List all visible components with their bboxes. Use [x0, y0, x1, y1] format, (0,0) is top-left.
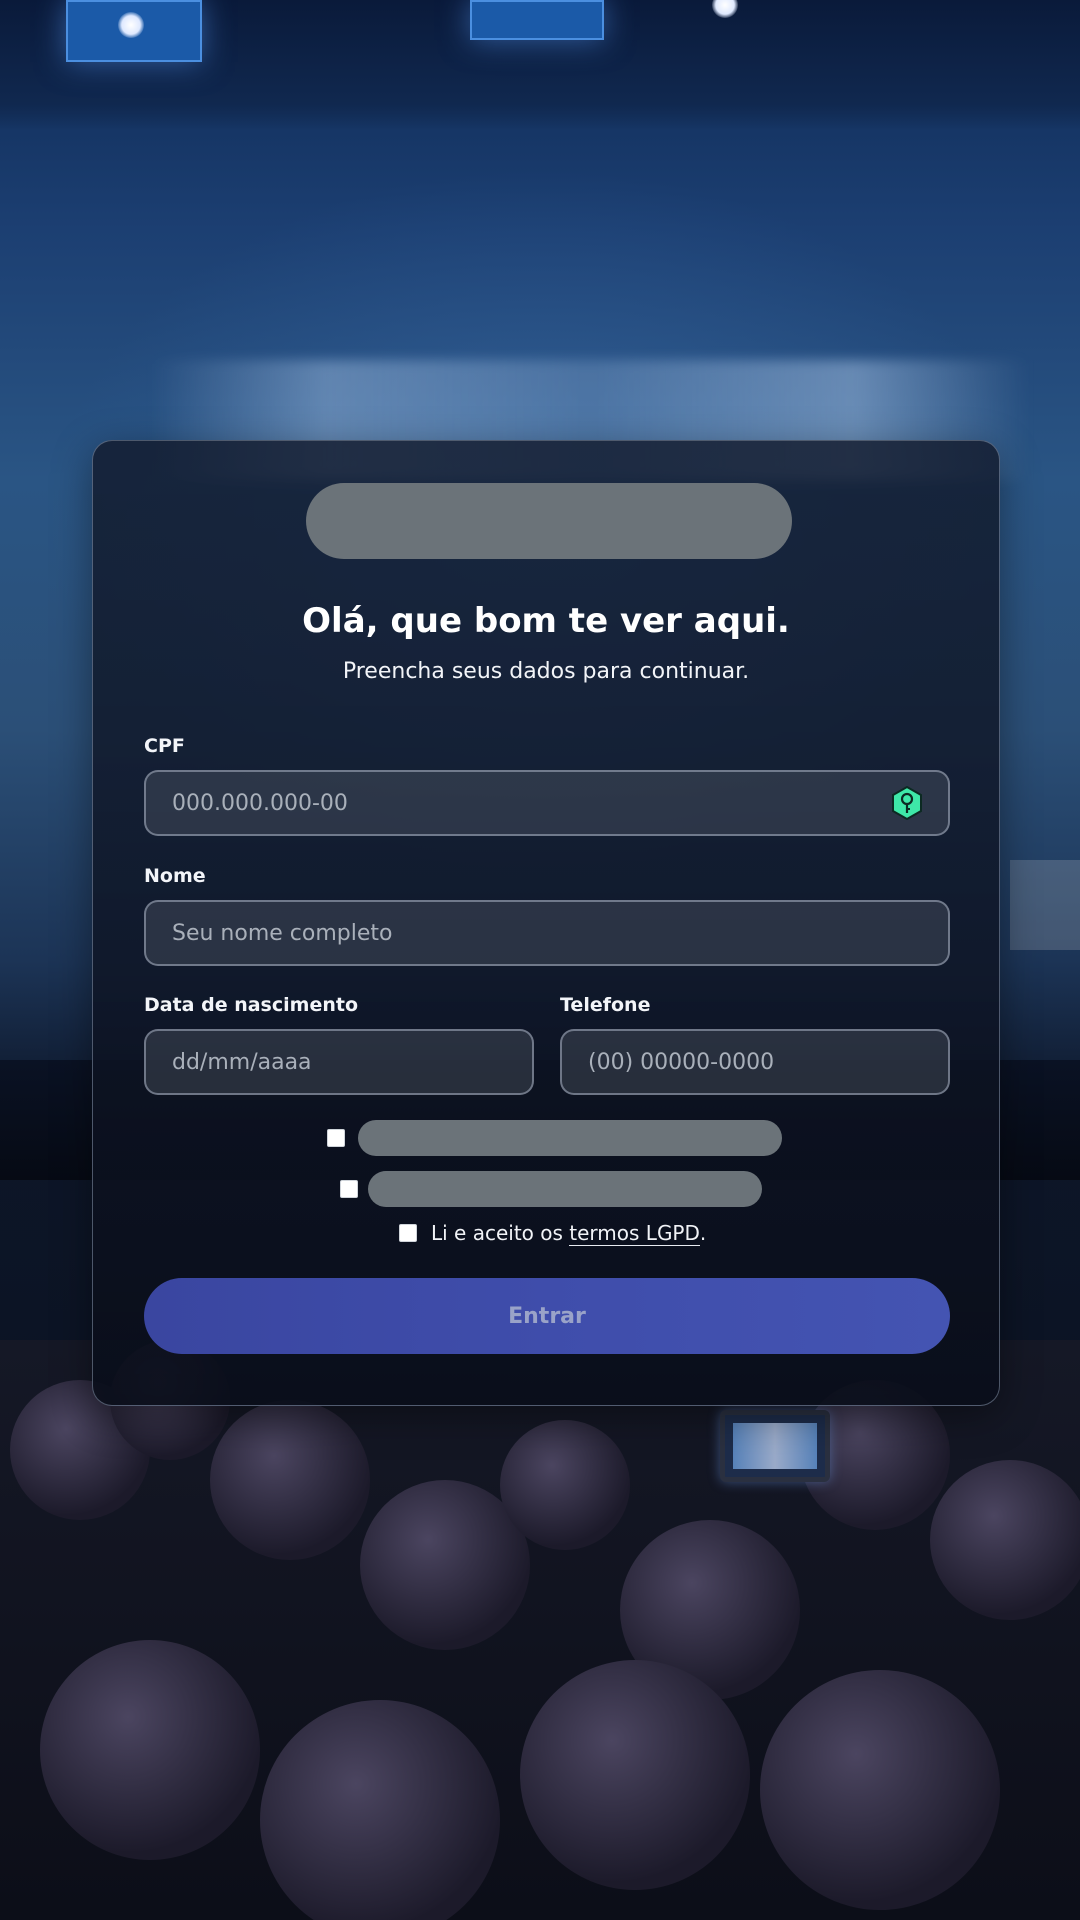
cpf-label: CPF: [144, 735, 185, 757]
lgpd-text: Li e aceito os termos LGPD.: [431, 1221, 707, 1246]
audience-phone: [720, 1410, 830, 1482]
stage-light: [470, 0, 604, 40]
lighting-rig: [0, 0, 1080, 130]
consent-row-1: [327, 1129, 345, 1147]
signup-card: Olá, que bom te ver aqui. Preencha seus …: [92, 440, 1000, 1406]
phone-label: Telefone: [560, 994, 651, 1016]
consent-row-2: [340, 1180, 358, 1198]
cpf-input[interactable]: [144, 770, 950, 836]
consent-checkbox-1[interactable]: [327, 1129, 345, 1147]
key-hexagon-icon[interactable]: [890, 786, 924, 820]
lgpd-row: Li e aceito os termos LGPD.: [399, 1221, 707, 1246]
consent-checkbox-2[interactable]: [340, 1180, 358, 1198]
enter-button[interactable]: Entrar: [144, 1278, 950, 1354]
logo-placeholder: [306, 483, 792, 559]
consent-text-placeholder-1: [358, 1120, 782, 1156]
nome-label: Nome: [144, 865, 206, 887]
lgpd-prefix: Li e aceito os: [431, 1221, 570, 1245]
page-title: Olá, que bom te ver aqui.: [302, 601, 790, 641]
background-scene: Olá, que bom te ver aqui. Preencha seus …: [0, 0, 1080, 1920]
page-subtitle: Preencha seus dados para continuar.: [342, 659, 750, 684]
phone-input[interactable]: [560, 1029, 950, 1095]
birthdate-label: Data de nascimento: [144, 994, 358, 1016]
lgpd-suffix: .: [699, 1221, 707, 1245]
nome-input[interactable]: [144, 900, 950, 966]
lgpd-terms-link[interactable]: termos LGPD: [569, 1221, 700, 1246]
consent-text-placeholder-2: [368, 1171, 762, 1207]
stage-banner: [1010, 860, 1080, 950]
lgpd-checkbox[interactable]: [399, 1224, 417, 1242]
birthdate-input[interactable]: [144, 1029, 534, 1095]
stage-light-bulb: [118, 12, 144, 38]
stage-light-bulb: [712, 0, 738, 18]
audience-crowd: [0, 1340, 1080, 1920]
